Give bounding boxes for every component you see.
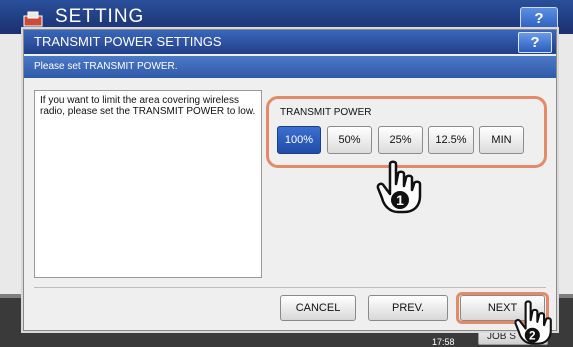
clock-time: 17:58: [432, 337, 455, 347]
pointer-hand-icon-step1: 1: [376, 160, 422, 214]
background-title: SETTING: [55, 6, 145, 27]
power-option-12-5[interactable]: 12.5%: [428, 126, 474, 154]
dialog-message-bar: Please set TRANSMIT POWER.: [24, 56, 556, 78]
transmit-power-dialog: TRANSMIT POWER SETTINGS ? Please set TRA…: [23, 29, 557, 331]
power-option-100[interactable]: 100%: [277, 126, 321, 154]
cancel-button[interactable]: CANCEL: [280, 295, 356, 321]
power-option-25[interactable]: 25%: [378, 126, 423, 154]
background-help-button[interactable]: ?: [520, 7, 558, 31]
transmit-power-label: TRANSMIT POWER: [280, 107, 372, 118]
dialog-help-button[interactable]: ?: [518, 32, 552, 53]
power-option-50[interactable]: 50%: [327, 126, 372, 154]
dialog-title: TRANSMIT POWER SETTINGS: [34, 34, 222, 49]
dialog-message: Please set TRANSMIT POWER.: [34, 61, 178, 72]
dialog-divider: [34, 287, 546, 288]
description-box: If you want to limit the area covering w…: [34, 90, 262, 278]
power-option-min[interactable]: MIN: [479, 126, 524, 154]
setting-app-icon: [23, 11, 43, 27]
step1-number: 1: [396, 192, 404, 208]
dialog-title-bar: TRANSMIT POWER SETTINGS ?: [24, 30, 556, 54]
pointer-hand-icon-step2: 2: [514, 300, 552, 345]
step2-number: 2: [529, 329, 536, 342]
prev-button[interactable]: PREV.: [368, 295, 448, 321]
